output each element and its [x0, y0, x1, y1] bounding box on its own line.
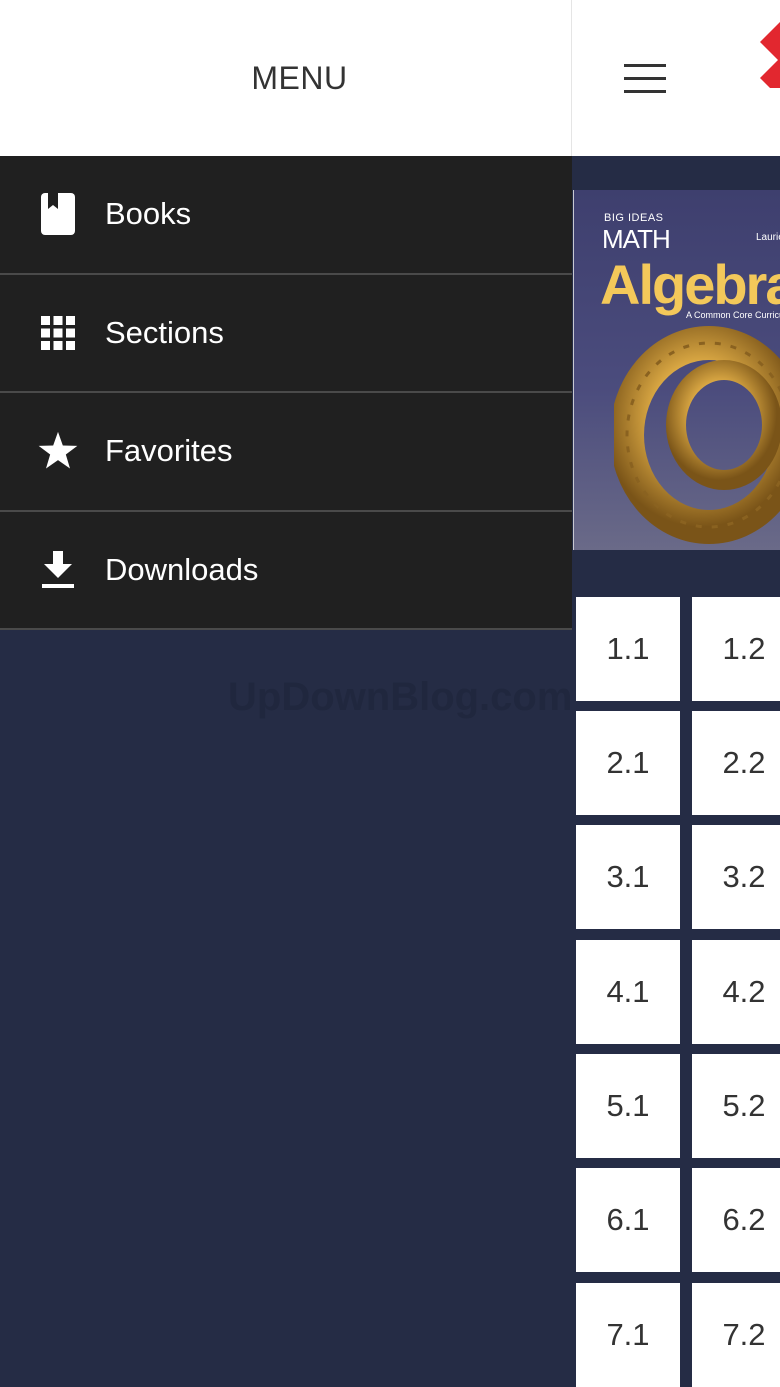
section-tile[interactable]: 7.1: [576, 1283, 680, 1387]
drawer-empty-area: [0, 631, 572, 1387]
section-tile[interactable]: 1.1: [576, 597, 680, 701]
menu-item-label: Favorites: [105, 433, 233, 469]
book-cover[interactable]: BIG IDEAS MATH Laurie Algebra A Common C…: [573, 190, 780, 550]
download-icon: [38, 550, 78, 590]
brand-logo-icon: [760, 22, 780, 88]
star-icon: [38, 431, 78, 471]
menu-item-label: Books: [105, 196, 192, 232]
section-tile[interactable]: 2.2: [692, 711, 780, 815]
menu-item-sections[interactable]: Sections: [0, 275, 572, 393]
section-tile[interactable]: 4.2: [692, 940, 780, 1044]
drawer-menu: Books Sections Favorites Downloads: [0, 156, 572, 630]
section-tile[interactable]: 6.1: [576, 1168, 680, 1272]
cover-series: MATH: [602, 224, 671, 254]
section-tile[interactable]: 5.1: [576, 1054, 680, 1158]
section-tile[interactable]: 3.2: [692, 825, 780, 929]
cover-publisher: BIG IDEAS: [604, 212, 664, 224]
cover-author: Laurie: [756, 232, 780, 243]
watermark-text: UpDownBlog.com: [228, 675, 573, 719]
book-icon: [38, 193, 78, 236]
section-tile[interactable]: 5.2: [692, 1054, 780, 1158]
section-tile[interactable]: 7.2: [692, 1283, 780, 1387]
menu-item-favorites[interactable]: Favorites: [0, 393, 572, 512]
cover-title: Algebra: [600, 253, 780, 316]
section-tile[interactable]: 6.2: [692, 1168, 780, 1272]
cover-sculpture-image: [614, 326, 780, 544]
section-tile[interactable]: 3.1: [576, 825, 680, 929]
menu-item-books[interactable]: Books: [0, 156, 572, 275]
section-tile[interactable]: 1.2: [692, 597, 780, 701]
section-tile[interactable]: 4.1: [576, 940, 680, 1044]
navigation-drawer: MENU Books Sections Favorites Downloads …: [0, 0, 572, 1387]
drawer-title: MENU: [251, 59, 348, 96]
section-tile[interactable]: 2.1: [576, 711, 680, 815]
grid-icon: [38, 313, 78, 353]
cover-subtitle: A Common Core Curriculum: [686, 310, 780, 320]
hamburger-menu-icon[interactable]: [620, 60, 670, 98]
menu-item-label: Sections: [105, 314, 224, 350]
menu-item-downloads[interactable]: Downloads: [0, 512, 572, 630]
drawer-header: MENU: [0, 0, 572, 156]
menu-item-label: Downloads: [105, 551, 259, 587]
